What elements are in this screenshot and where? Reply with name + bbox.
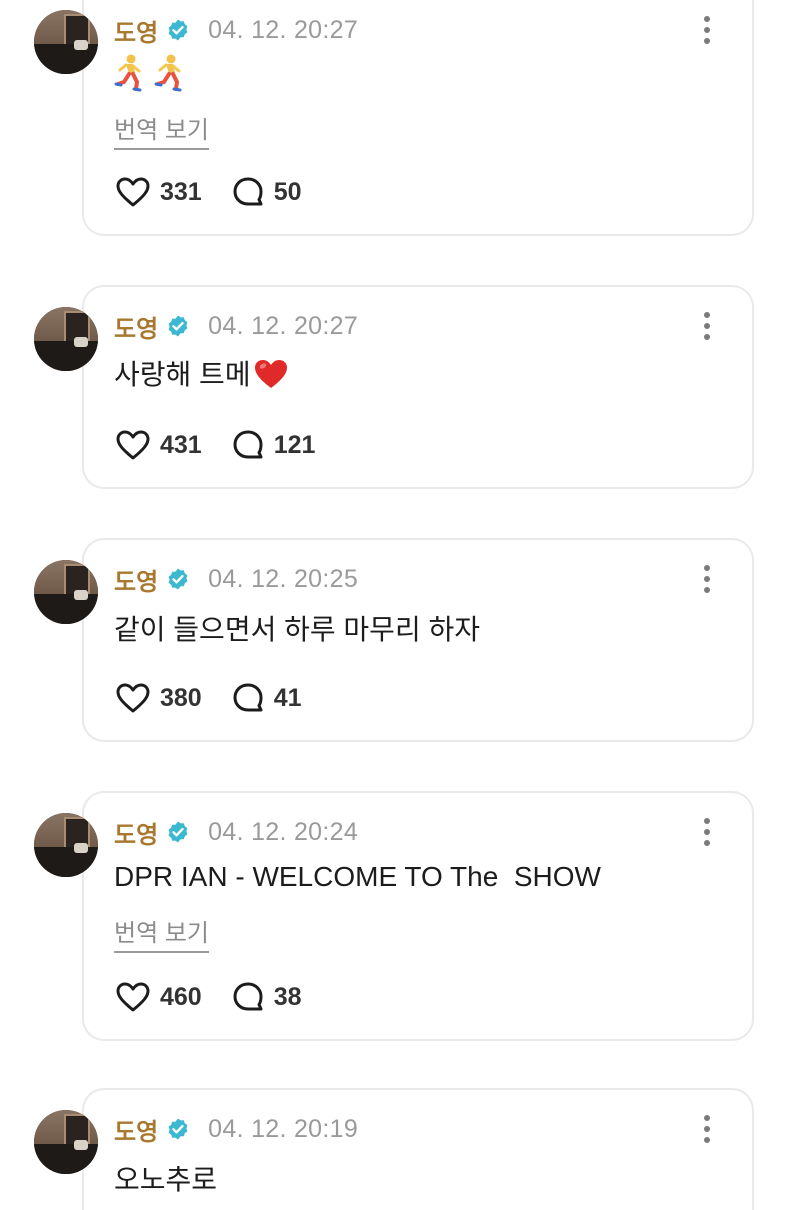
more-options-icon[interactable] [702, 312, 712, 342]
translate-link[interactable]: 번역 보기 [114, 913, 209, 953]
runner-emoji [114, 54, 142, 92]
post-timestamp: 04. 12. 20:27 [208, 15, 359, 44]
runner-emoji [154, 54, 182, 92]
post-timestamp: 04. 12. 20:24 [208, 817, 359, 846]
like-count: 431 [160, 430, 202, 459]
post-content: 사랑해 트메 [114, 353, 289, 393]
more-options-icon[interactable] [702, 565, 712, 595]
post-card[interactable]: 도영 04. 12. 20:25 같이 들으면서 하루 마무리 하자 380 4… [82, 538, 754, 742]
post-actions: 460 38 [116, 977, 302, 1017]
post-card[interactable]: 도영 04. 12. 20:27 번역 보기 331 50 [82, 0, 754, 236]
post-text: 오노추로 [114, 1164, 218, 1195]
post-actions: 331 50 [116, 172, 302, 212]
more-options-icon[interactable] [702, 16, 712, 46]
comment-count: 41 [273, 683, 302, 712]
post-text: 같이 들으면서 하루 마무리 하자 [114, 614, 480, 645]
like-count: 380 [160, 683, 202, 712]
post-timestamp: 04. 12. 20:25 [208, 564, 359, 593]
post-card[interactable]: 도영 04. 12. 20:19 오노추로 [82, 1088, 754, 1210]
avatar[interactable] [34, 10, 98, 74]
avatar[interactable] [34, 813, 98, 877]
author-name[interactable]: 도영 [114, 562, 158, 597]
author-name[interactable]: 도영 [114, 309, 158, 344]
post-actions: 380 41 [116, 678, 302, 718]
post-meta: 도영 04. 12. 20:27 [114, 308, 358, 344]
post-text: 사랑해 트메 [114, 359, 251, 390]
post-timestamp: 04. 12. 20:27 [208, 311, 359, 340]
speech-bubble-icon[interactable] [232, 981, 264, 1013]
post-card[interactable]: 도영 04. 12. 20:27 사랑해 트메 431 121 [82, 285, 754, 489]
speech-bubble-icon[interactable] [232, 682, 264, 714]
post-content: 같이 들으면서 하루 마무리 하자 [114, 608, 480, 648]
comment-count: 38 [273, 982, 302, 1011]
avatar[interactable] [34, 307, 98, 371]
post-content: 오노추로 [114, 1158, 217, 1198]
author-name[interactable]: 도영 [114, 13, 158, 48]
verified-badge-icon [168, 568, 188, 590]
heart-outline-icon[interactable] [116, 683, 150, 713]
avatar[interactable] [34, 1110, 98, 1174]
heart-outline-icon[interactable] [116, 982, 150, 1012]
verified-badge-icon [168, 821, 188, 843]
post-meta: 도영 04. 12. 20:25 [114, 561, 358, 597]
author-name[interactable]: 도영 [114, 1112, 158, 1147]
more-options-icon[interactable] [702, 1115, 712, 1145]
post-actions: 431 121 [116, 425, 315, 465]
author-name[interactable]: 도영 [114, 815, 158, 850]
post-meta: 도영 04. 12. 20:24 [114, 814, 358, 850]
verified-badge-icon [168, 1118, 188, 1140]
verified-badge-icon [168, 19, 188, 41]
comment-count: 121 [273, 430, 316, 459]
post-meta: 도영 04. 12. 20:27 [114, 12, 358, 48]
red-heart-emoji [254, 360, 287, 388]
post-text: DPR IAN - WELCOME TO The SHOW [114, 861, 601, 892]
post-content [114, 54, 194, 92]
avatar[interactable] [34, 560, 98, 624]
post-content: DPR IAN - WELCOME TO The SHOW [114, 861, 601, 893]
verified-badge-icon [168, 315, 188, 337]
post-card[interactable]: 도영 04. 12. 20:24 DPR IAN - WELCOME TO Th… [82, 791, 754, 1041]
speech-bubble-icon[interactable] [232, 176, 264, 208]
post-timestamp: 04. 12. 20:19 [208, 1114, 359, 1143]
more-options-icon[interactable] [702, 818, 712, 848]
like-count: 460 [160, 982, 202, 1011]
heart-outline-icon[interactable] [116, 177, 150, 207]
post-meta: 도영 04. 12. 20:19 [114, 1111, 358, 1147]
like-count: 331 [160, 177, 202, 206]
translate-link[interactable]: 번역 보기 [114, 110, 209, 150]
speech-bubble-icon[interactable] [232, 429, 264, 461]
heart-outline-icon[interactable] [116, 430, 150, 460]
comment-count: 50 [273, 177, 302, 206]
